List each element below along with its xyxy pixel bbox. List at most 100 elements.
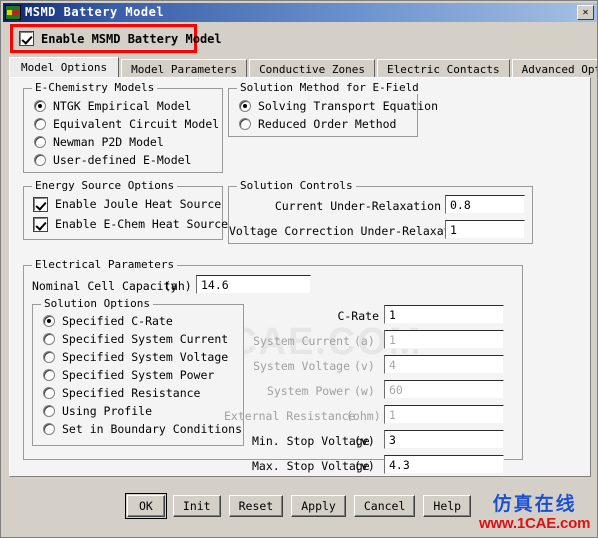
radio-indicator[interactable]: [43, 387, 55, 399]
max-stop-voltage-unit: (v): [354, 459, 375, 473]
system-power-unit: (w): [354, 384, 375, 398]
checkbox-indicator[interactable]: [33, 216, 48, 232]
checkbox-label: Enable E-Chem Heat Source: [55, 217, 229, 231]
radio-indicator[interactable]: [43, 405, 55, 417]
system-voltage-input[interactable]: 4: [384, 355, 504, 374]
current-under-relaxation-input[interactable]: 0.8: [445, 195, 525, 214]
checkbox-indicator[interactable]: [33, 196, 48, 212]
radio-label: Newman P2D Model: [53, 135, 164, 149]
radio-label: Specified System Power: [62, 368, 215, 382]
checkbox-enable-echem-heat-source[interactable]: Enable E-Chem Heat Source: [33, 216, 229, 232]
tab-conductive-zones[interactable]: Conductive Zones: [249, 59, 376, 78]
enable-msmd-label: Enable MSMD Battery Model: [41, 31, 222, 46]
radio-label: Reduced Order Method: [258, 117, 397, 131]
radio-newman-p2d-model[interactable]: Newman P2D Model: [34, 135, 164, 149]
radio-equivalent-circuit-model[interactable]: Equivalent Circuit Model: [34, 117, 219, 131]
init-button[interactable]: Init: [172, 495, 221, 517]
min-stop-voltage-unit: (v): [354, 434, 375, 448]
cancel-button[interactable]: Cancel: [353, 495, 416, 517]
enable-msmd-battery-model-row[interactable]: Enable MSMD Battery Model: [10, 24, 222, 53]
radio-label: Set in Boundary Conditions: [62, 422, 243, 436]
system-power-input[interactable]: 60: [384, 380, 504, 399]
dialog-button-bar: OK Init Reset Apply Cancel Help: [1, 493, 597, 519]
tab-advanced-option[interactable]: Advanced Option: [511, 59, 597, 78]
system-current-unit: (a): [354, 334, 375, 348]
solution-method-efield-legend: Solution Method for E-Field: [237, 82, 422, 94]
radio-user-defined-e-model[interactable]: User-defined E-Model: [34, 153, 191, 167]
current-under-relaxation-label: Current Under-Relaxation: [274, 199, 441, 213]
close-icon[interactable]: ✕: [577, 5, 594, 20]
apply-button[interactable]: Apply: [291, 495, 346, 517]
help-button[interactable]: Help: [423, 495, 472, 517]
system-current-input[interactable]: 1: [384, 330, 504, 349]
radio-label: Specified C-Rate: [62, 314, 173, 328]
electrical-parameters-legend: Electrical Parameters: [32, 259, 178, 271]
model-options-panel: 1CAE.COM E-Chemistry Models NTGK Empiric…: [9, 77, 591, 477]
radio-reduced-order-method[interactable]: Reduced Order Method: [239, 117, 396, 131]
radio-indicator[interactable]: [34, 154, 46, 166]
radio-label: Specified Resistance: [62, 386, 201, 400]
c-rate-input[interactable]: 1: [384, 305, 504, 324]
tab-electric-contacts[interactable]: Electric Contacts: [377, 59, 510, 78]
solution-controls-group: Solution Controls Current Under-Relaxati…: [228, 180, 533, 244]
radio-specified-system-current[interactable]: Specified System Current: [43, 332, 228, 346]
solution-options-legend: Solution Options: [41, 298, 153, 310]
energy-source-options-group: Energy Source Options Enable Joule Heat …: [23, 180, 228, 240]
titlebar[interactable]: MSMD Battery Model ✕: [3, 3, 597, 22]
e-chemistry-models-legend: E-Chemistry Models: [32, 82, 158, 94]
radio-indicator[interactable]: [34, 100, 46, 112]
system-power-label: System Power: [266, 384, 350, 398]
radio-set-in-boundary-conditions[interactable]: Set in Boundary Conditions: [43, 422, 242, 436]
radio-label: Specified System Voltage: [62, 350, 229, 364]
min-stop-voltage-input[interactable]: 3: [384, 430, 504, 449]
solution-controls-legend: Solution Controls: [237, 180, 356, 192]
radio-using-profile[interactable]: Using Profile: [43, 404, 152, 418]
voltage-correction-under-relaxation-label: Voltage Correction Under-Relaxation: [229, 224, 472, 238]
radio-label: Equivalent Circuit Model: [53, 117, 220, 131]
radio-indicator[interactable]: [43, 351, 55, 363]
app-icon: [5, 5, 21, 20]
radio-ntgk-empirical-model[interactable]: NTGK Empirical Model: [34, 99, 191, 113]
radio-indicator[interactable]: [239, 100, 251, 112]
radio-indicator[interactable]: [43, 423, 55, 435]
radio-indicator[interactable]: [43, 369, 55, 381]
radio-label: Specified System Current: [62, 332, 229, 346]
radio-solving-transport-equation[interactable]: Solving Transport Equation: [239, 99, 438, 113]
radio-indicator[interactable]: [34, 118, 46, 130]
radio-specified-resistance[interactable]: Specified Resistance: [43, 386, 200, 400]
radio-indicator[interactable]: [239, 118, 251, 130]
checkbox-enable-joule-heat-source[interactable]: Enable Joule Heat Source: [33, 196, 222, 212]
radio-indicator[interactable]: [34, 136, 46, 148]
radio-label: NTGK Empirical Model: [53, 99, 192, 113]
tab-model-options[interactable]: Model Options: [9, 57, 120, 78]
window-title: MSMD Battery Model: [25, 5, 165, 19]
radio-indicator[interactable]: [43, 315, 55, 327]
radio-indicator[interactable]: [43, 333, 55, 345]
site-watermark-url: www.1CAE.com: [479, 515, 591, 532]
system-voltage-unit: (v): [354, 359, 375, 373]
ok-button[interactable]: OK: [124, 493, 167, 519]
voltage-correction-under-relaxation-input[interactable]: 1: [445, 220, 525, 239]
min-stop-voltage-label: Min. Stop Voltage: [252, 434, 370, 448]
enable-msmd-checkbox[interactable]: [19, 31, 34, 46]
radio-label: Using Profile: [62, 404, 153, 418]
checkbox-label: Enable Joule Heat Source: [55, 197, 222, 211]
nominal-cell-capacity-input[interactable]: 14.6: [196, 275, 311, 294]
electrical-parameters-group: Electrical Parameters Nominal Cell Capac…: [23, 259, 523, 474]
external-resistance-label: External Resistance: [224, 409, 356, 423]
solution-method-efield-group: Solution Method for E-Field Solving Tran…: [228, 82, 438, 137]
system-voltage-label: System Voltage: [253, 359, 350, 373]
max-stop-voltage-label: Max. Stop Voltage: [252, 459, 370, 473]
radio-specified-c-rate[interactable]: Specified C-Rate: [43, 314, 173, 328]
solution-options-group: Solution Options Specified C-Rate Specif…: [32, 298, 244, 446]
nominal-cell-capacity-unit: (ah): [164, 279, 192, 293]
tab-model-parameters[interactable]: Model Parameters: [121, 59, 248, 78]
nominal-cell-capacity-label: Nominal Cell Capacity: [32, 279, 178, 293]
system-current-label: System Current: [253, 334, 350, 348]
msmd-battery-model-dialog: MSMD Battery Model ✕ Enable MSMD Battery…: [0, 0, 598, 538]
reset-button[interactable]: Reset: [228, 495, 284, 517]
max-stop-voltage-input[interactable]: 4.3: [384, 455, 504, 474]
radio-specified-system-voltage[interactable]: Specified System Voltage: [43, 350, 228, 364]
external-resistance-input[interactable]: 1: [384, 405, 504, 424]
radio-specified-system-power[interactable]: Specified System Power: [43, 368, 214, 382]
